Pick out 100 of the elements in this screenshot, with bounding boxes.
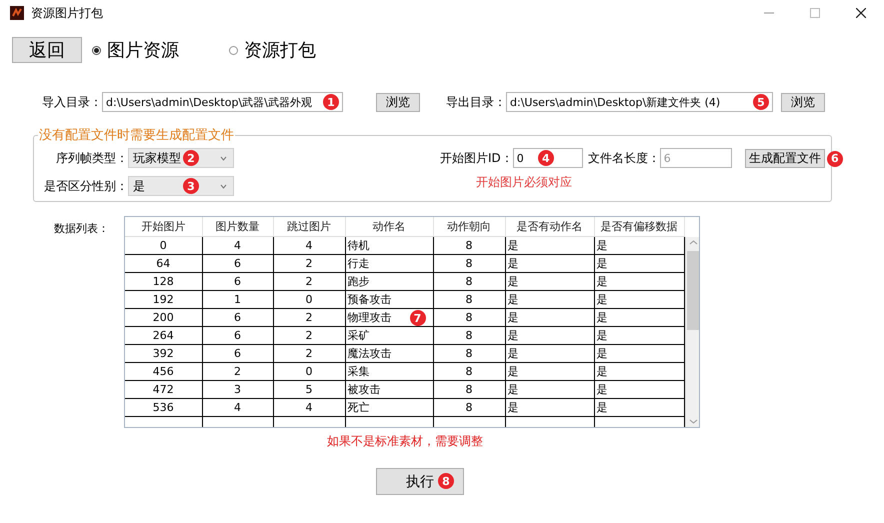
- table-cell: 是: [505, 236, 594, 254]
- column-header[interactable]: 跳过图片: [273, 217, 345, 236]
- generate-config-button[interactable]: 生成配置文件: [744, 148, 825, 168]
- table-cell: 2: [273, 254, 345, 272]
- table-cell: 8: [433, 308, 505, 326]
- table-cell: 6: [202, 326, 273, 344]
- table-cell: 0: [273, 290, 345, 308]
- table-cell: 采集: [345, 362, 433, 380]
- radio-button[interactable]: [92, 46, 101, 54]
- table-cell: 4: [273, 398, 345, 416]
- sequence-type-label: 序列帧类型：: [55, 150, 128, 166]
- column-header[interactable]: 开始图片: [125, 217, 202, 236]
- table-cell: 是: [505, 380, 594, 398]
- callout-badge: 6: [826, 150, 843, 166]
- table-cell: 是: [505, 362, 594, 380]
- table-cell: 行走: [345, 254, 433, 272]
- column-header[interactable]: 是否有偏移数据: [594, 217, 684, 236]
- radio-option[interactable]: 图片资源: [92, 38, 179, 62]
- export-label: 导出目录：: [446, 94, 506, 110]
- table-cell: 是: [594, 326, 684, 344]
- table-cell: 0: [125, 236, 202, 254]
- table-cell: 2: [273, 326, 345, 344]
- table-cell: 2: [273, 272, 345, 290]
- maximize-icon: [810, 8, 820, 18]
- table-cell: 472: [125, 380, 202, 398]
- table-cell: 2: [202, 362, 273, 380]
- group-title: 没有配置文件时需要生成配置文件: [38, 127, 235, 144]
- column-header[interactable]: 动作朝向: [433, 217, 505, 236]
- name-length-label: 文件名长度：: [588, 150, 660, 166]
- table-cell: 预备攻击: [345, 290, 433, 308]
- table-cell: 采矿: [345, 326, 433, 344]
- table-cell: 8: [433, 272, 505, 290]
- table-cell: 是: [594, 398, 684, 416]
- import-label: 导入目录：: [42, 94, 102, 110]
- table-cell: 392: [125, 344, 202, 362]
- table-cell: 8: [433, 344, 505, 362]
- table-cell: 8: [433, 236, 505, 254]
- table-cell: 2: [273, 344, 345, 362]
- table-cell: 跑步: [345, 272, 433, 290]
- table-cell: 6: [202, 254, 273, 272]
- table-cell: 是: [594, 362, 684, 380]
- table-cell: 64: [125, 254, 202, 272]
- app-icon: [10, 6, 24, 20]
- column-header[interactable]: 是否有动作名: [505, 217, 594, 236]
- table-cell: 8: [433, 254, 505, 272]
- table-cell: 是: [505, 398, 594, 416]
- table-cell: 4: [202, 398, 273, 416]
- scrollbar[interactable]: [684, 237, 699, 427]
- table-cell: 是: [505, 290, 594, 308]
- caret-icon: [220, 156, 227, 160]
- data-list-label: 数据列表：: [54, 221, 110, 236]
- table-cell: 192: [125, 290, 202, 308]
- table-cell: 是: [505, 308, 594, 326]
- close-icon: [856, 8, 866, 18]
- column-header[interactable]: 图片数量: [202, 217, 273, 236]
- callout-badge: 7: [410, 310, 426, 326]
- caret-icon: [220, 184, 227, 188]
- table-cell: 6: [202, 344, 273, 362]
- table-cell: 200: [125, 308, 202, 326]
- browse-button[interactable]: 浏览: [781, 92, 825, 112]
- radio-button[interactable]: [229, 46, 238, 54]
- table-cell: 2: [273, 308, 345, 326]
- table-cell: 8: [433, 326, 505, 344]
- table-cell: 8: [433, 290, 505, 308]
- table-cell: 3: [202, 380, 273, 398]
- table-cell: 8: [433, 362, 505, 380]
- table-cell: 0: [273, 362, 345, 380]
- name-length-field: 6: [660, 148, 732, 168]
- column-header[interactable]: 动作名: [345, 217, 433, 236]
- table-cell: 6: [202, 308, 273, 326]
- table-cell: 128: [125, 272, 202, 290]
- browse-button[interactable]: 浏览: [376, 92, 420, 112]
- gender-label: 是否区分性别：: [43, 178, 128, 194]
- table-cell: 5: [273, 380, 345, 398]
- table-cell: 536: [125, 398, 202, 416]
- start-id-label: 开始图片ID：: [440, 150, 513, 166]
- table-cell: 魔法攻击: [345, 344, 433, 362]
- table-cell: 264: [125, 326, 202, 344]
- table-cell: 被攻击: [345, 380, 433, 398]
- table-cell: 是: [594, 272, 684, 290]
- table-cell: 456: [125, 362, 202, 380]
- table-cell: 待机: [345, 236, 433, 254]
- table-cell: 死亡: [345, 398, 433, 416]
- radio-option[interactable]: 资源打包: [229, 38, 316, 62]
- table-cell: 6: [202, 272, 273, 290]
- table-cell: 是: [594, 308, 684, 326]
- table-cell: 物理攻击 7: [345, 308, 433, 326]
- table-cell: 4: [202, 236, 273, 254]
- back-button[interactable]: 返回: [12, 37, 82, 63]
- table-cell: 是: [594, 290, 684, 308]
- table-cell: 是: [594, 380, 684, 398]
- table-cell: 是: [594, 236, 684, 254]
- hint-text: 开始图片必须对应: [476, 174, 573, 191]
- table-cell: 是: [505, 272, 594, 290]
- table-cell: 8: [433, 398, 505, 416]
- table-cell: 是: [505, 344, 594, 362]
- table-cell: 是: [505, 254, 594, 272]
- window-title: 资源图片打包: [31, 4, 104, 22]
- table-cell: 是: [505, 326, 594, 344]
- table-cell: 8: [433, 380, 505, 398]
